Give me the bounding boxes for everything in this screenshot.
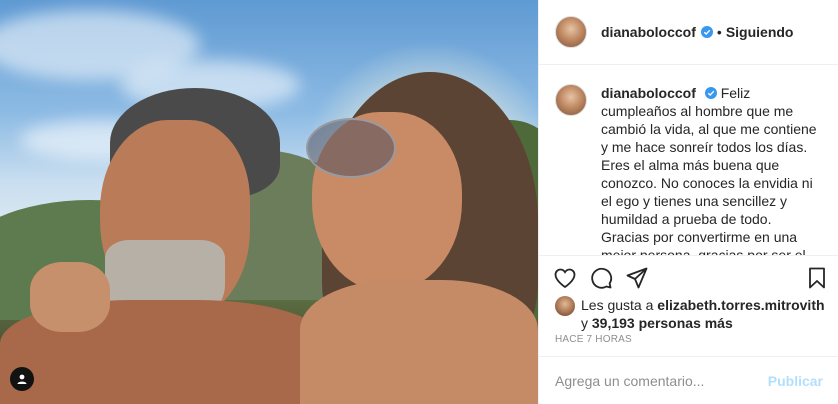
likes-username[interactable]: elizabeth.torres.mitrovith — [657, 297, 824, 313]
caption-username[interactable]: dianaboloccof — [601, 85, 696, 101]
user-tag-icon[interactable] — [10, 367, 34, 391]
woman-shoulders — [300, 280, 538, 404]
verified-badge-icon — [700, 26, 713, 38]
heart-icon[interactable] — [553, 266, 577, 290]
bookmark-icon[interactable] — [805, 266, 829, 290]
post-actions — [539, 258, 838, 298]
user-tag-icon-glyph — [17, 374, 27, 384]
likes-count[interactable]: 39,193 personas más — [592, 315, 733, 331]
woman-sunglasses — [306, 118, 396, 178]
separator-dot: • — [716, 24, 722, 40]
comment-bubble-icon[interactable] — [589, 266, 613, 290]
likes-prefix: Les gusta a — [581, 297, 654, 313]
comment-bar: Publicar — [539, 356, 838, 404]
likes-and: y — [581, 315, 588, 331]
post-header: dianaboloccof • Siguiendo — [539, 0, 838, 65]
comment-input[interactable] — [555, 372, 768, 389]
avatar[interactable] — [555, 16, 587, 48]
post-side-panel: dianaboloccof • Siguiendo dianaboloccof … — [538, 0, 838, 404]
caption-body: dianaboloccof Feliz cumpleaños al hombre… — [601, 84, 823, 256]
header-username[interactable]: dianaboloccof — [601, 24, 696, 40]
avatar[interactable] — [555, 296, 575, 316]
post-timestamp[interactable]: HACE 7 HORAS — [555, 334, 632, 345]
publish-button[interactable]: Publicar — [768, 373, 823, 389]
caption-text: Feliz cumpleaños al hombre que me cambió… — [601, 85, 817, 256]
man-hand — [30, 262, 110, 332]
post-photo[interactable] — [0, 0, 538, 404]
following-button[interactable]: Siguiendo — [726, 24, 794, 40]
likes-summary: Les gusta a elizabeth.torres.mitrovith y… — [555, 296, 831, 332]
verified-badge-icon — [704, 87, 717, 99]
caption-section: dianaboloccof Feliz cumpleaños al hombre… — [539, 66, 838, 256]
share-icon[interactable] — [625, 266, 649, 290]
avatar[interactable] — [555, 84, 587, 116]
